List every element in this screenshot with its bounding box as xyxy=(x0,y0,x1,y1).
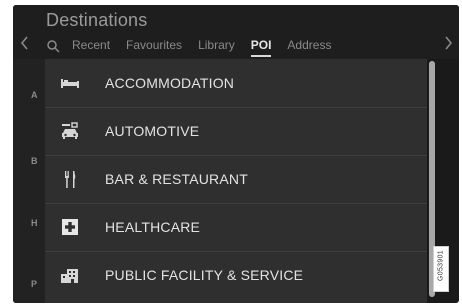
list-item-public-facility[interactable]: PUBLIC FACILITY & SERVICE xyxy=(45,251,427,299)
header: Destinations Recent Favourites Library P… xyxy=(13,5,459,59)
list-item-bar-restaurant[interactable]: BAR & RESTAURANT xyxy=(45,155,427,204)
tab-library[interactable]: Library xyxy=(198,38,235,55)
list-item-label: HEALTHCARE xyxy=(105,219,201,235)
figure-code-label: G053901 xyxy=(433,246,449,292)
list-item-label: AUTOMOTIVE xyxy=(105,123,200,139)
list-item-label: ACCOMMODATION xyxy=(105,75,235,91)
list-item-healthcare[interactable]: HEALTHCARE xyxy=(45,203,427,252)
destinations-screen: Destinations Recent Favourites Library P… xyxy=(13,5,459,303)
tab-address[interactable]: Address xyxy=(287,38,331,55)
tab-poi[interactable]: POI xyxy=(250,38,271,57)
list-item-automotive[interactable]: AUTOMOTIVE xyxy=(45,107,427,156)
figure-code-text: G053901 xyxy=(437,250,445,281)
medical-cross-icon xyxy=(62,219,78,235)
chevron-right-icon[interactable] xyxy=(442,35,454,51)
page-title: Destinations xyxy=(46,10,148,30)
index-letter-b[interactable]: B xyxy=(31,156,38,166)
chevron-left-icon[interactable] xyxy=(19,35,31,51)
bed-icon xyxy=(61,79,79,88)
car-service-icon xyxy=(62,122,78,139)
tab-favourites[interactable]: Favourites xyxy=(126,38,182,55)
building-icon xyxy=(61,269,78,283)
cutlery-icon xyxy=(65,171,76,188)
index-letter-h[interactable]: H xyxy=(31,218,38,228)
list-item-label: BAR & RESTAURANT xyxy=(105,171,248,187)
list-item-accommodation[interactable]: ACCOMMODATION xyxy=(45,59,427,108)
index-letter-p[interactable]: P xyxy=(31,279,37,289)
index-letter-a[interactable]: A xyxy=(31,90,38,100)
tab-recent[interactable]: Recent xyxy=(72,38,110,55)
list-item-label: PUBLIC FACILITY & SERVICE xyxy=(105,267,304,283)
poi-category-list: ACCOMMODATION AUTOMOTIVE BAR & RESTAURAN… xyxy=(45,59,427,303)
tab-bar: Recent Favourites Library POI Address xyxy=(46,36,347,57)
search-icon[interactable] xyxy=(46,39,60,53)
alphabet-index[interactable]: A B H P xyxy=(13,59,45,303)
